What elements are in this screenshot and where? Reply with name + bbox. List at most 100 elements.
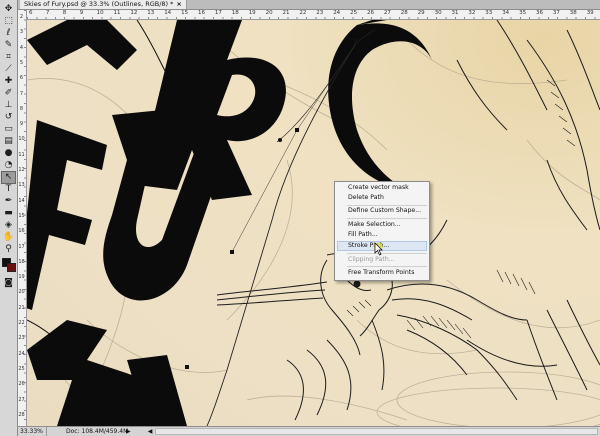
anchor-point[interactable]: [354, 39, 359, 44]
menu-separator: [347, 218, 427, 219]
ruler-number: 4: [19, 44, 24, 51]
tools-panel: ✥ ⬚ ℓ ✎ ⌗ ⟋ ✚ ✐ ⊥ ↺ ▭ ▤ ● ◔ ↖ T ✒ ▬ ◈ ✋ …: [0, 0, 18, 436]
ruler-number: 29: [417, 10, 425, 16]
ruler-number: 21: [282, 10, 290, 16]
ruler-number: 31: [451, 10, 459, 16]
ruler-number: 39: [586, 10, 594, 16]
ruler-number: 20: [18, 289, 25, 296]
ruler-number: 24: [18, 350, 25, 357]
ruler-number: 14: [18, 197, 25, 204]
ruler-number: 9: [79, 10, 84, 16]
ruler-number: 3: [19, 29, 24, 36]
horizontal-ruler[interactable]: 6 7 8 9 10 11 12 13 14 15 16 17 18 19 20 21 22 23 24 25 26 27…: [27, 10, 600, 20]
ruler-number: 26: [18, 381, 25, 388]
horizontal-scrollbar[interactable]: [155, 428, 598, 435]
menu-item-make-selection[interactable]: Make Selection...: [348, 221, 401, 229]
3d-rotate-tool-icon[interactable]: ◈: [2, 220, 15, 231]
menu-separator: [347, 266, 427, 267]
anchor-point[interactable]: [295, 128, 299, 132]
zoom-level[interactable]: 33.33%: [20, 427, 47, 436]
move-tool-icon[interactable]: ✥: [2, 4, 15, 15]
ruler-number: 10: [18, 136, 25, 143]
menu-item-delete-path[interactable]: Delete Path: [348, 194, 384, 202]
direction-handle[interactable]: [372, 28, 376, 32]
dodge-tool-icon[interactable]: ◔: [2, 160, 15, 171]
brush-tool-icon[interactable]: ✐: [2, 88, 15, 99]
ruler-number: 13: [147, 10, 155, 16]
ruler-number: 37: [552, 10, 560, 16]
ruler-number: 7: [45, 10, 50, 16]
close-icon[interactable]: ×: [176, 0, 181, 8]
anchor-point[interactable]: [185, 365, 189, 369]
ruler-number: 19: [248, 10, 256, 16]
ruler-number: 32: [468, 10, 476, 16]
ruler-number: 7: [19, 90, 24, 97]
ruler-number: 23: [316, 10, 324, 16]
document-tab[interactable]: Skies of Fury.psd @ 33.3% (Outlines, RGB…: [20, 0, 187, 9]
marquee-tool-icon[interactable]: ⬚: [2, 16, 15, 27]
anchor-point[interactable]: [230, 250, 234, 254]
eyedropper-tool-icon[interactable]: ⟋: [2, 64, 15, 75]
ruler-number: 27: [18, 396, 25, 403]
document-canvas[interactable]: [27, 20, 600, 426]
ruler-number: 25: [18, 365, 25, 372]
ruler-number: 2: [19, 14, 24, 20]
ruler-number: 12: [130, 10, 138, 16]
menu-item-create-vector-mask[interactable]: Create vector mask: [348, 184, 409, 192]
ruler-number: 9: [19, 121, 24, 128]
vertical-ruler[interactable]: 2 3 4 5 6 7 8 9 10 11 12 13 14 15 16 17 18 19 20 21 22 23 24 25…: [18, 10, 27, 426]
quick-selection-tool-icon[interactable]: ✎: [2, 40, 15, 51]
ruler-number: 36: [536, 10, 543, 16]
ruler-number: 38: [569, 10, 577, 16]
ruler-number: 12: [18, 167, 25, 173]
menu-item-free-transform-points[interactable]: Free Transform Points: [348, 269, 414, 277]
lasso-tool-icon[interactable]: ℓ: [2, 28, 15, 39]
ruler-number: 22: [299, 10, 307, 16]
menu-separator: [347, 253, 427, 254]
ruler-number: 16: [198, 10, 205, 16]
hand-tool-icon[interactable]: ✋: [2, 232, 15, 243]
zoom-tool-icon[interactable]: ⚲: [2, 244, 15, 255]
ruler-number: 8: [19, 105, 24, 112]
ruler-number: 24: [333, 10, 341, 16]
ruler-number: 33: [485, 10, 493, 16]
ruler-number: 18: [231, 10, 239, 16]
menu-item-define-custom-shape[interactable]: Define Custom Shape...: [348, 207, 421, 215]
ruler-number: 5: [19, 59, 24, 66]
clone-stamp-tool-icon[interactable]: ⊥: [2, 100, 15, 111]
blur-tool-icon[interactable]: ●: [2, 148, 15, 159]
ruler-number: 14: [164, 10, 172, 16]
ruler-number: 35: [519, 10, 527, 16]
document-size-info: Doc: 108.4M/459.4M: [66, 428, 129, 435]
crop-tool-icon[interactable]: ⌗: [2, 52, 15, 63]
ruler-number: 30: [434, 10, 442, 16]
ruler-number: 10: [96, 10, 104, 16]
ruler-number: 8: [62, 10, 67, 16]
menu-item-stroke-path[interactable]: Stroke Path...: [348, 242, 389, 250]
document-tab-bar: Skies of Fury.psd @ 33.3% (Outlines, RGB…: [18, 0, 600, 10]
type-tool-icon[interactable]: T: [2, 184, 15, 195]
ruler-number: 23: [18, 335, 25, 342]
artwork: [27, 20, 600, 426]
healing-brush-tool-icon[interactable]: ✚: [2, 76, 15, 87]
ruler-number: 28: [18, 411, 25, 418]
scroll-left-arrow-icon[interactable]: ◀: [146, 427, 154, 436]
ruler-number: 6: [29, 10, 33, 16]
path-selection-tool-icon[interactable]: ↖: [1, 171, 16, 184]
history-brush-tool-icon[interactable]: ↺: [2, 112, 15, 123]
ruler-number: 16: [18, 228, 25, 235]
gradient-tool-icon[interactable]: ▤: [2, 136, 15, 147]
menu-item-fill-path[interactable]: Fill Path...: [348, 231, 378, 239]
menu-item-clipping-path: Clipping Path...: [348, 256, 395, 263]
eraser-tool-icon[interactable]: ▭: [2, 124, 15, 135]
status-menu-arrow-icon[interactable]: ▶: [126, 427, 131, 436]
pen-tool-icon[interactable]: ✒: [2, 196, 15, 207]
background-color-swatch[interactable]: [7, 263, 16, 272]
ruler-number: 17: [214, 10, 222, 16]
direction-handle[interactable]: [278, 138, 282, 142]
ruler-number: 11: [113, 10, 121, 16]
ruler-number: 28: [400, 10, 408, 16]
quick-mask-icon[interactable]: ◙: [2, 278, 15, 289]
ruler-number: 6: [19, 75, 24, 82]
shape-tool-icon[interactable]: ▬: [2, 208, 15, 219]
